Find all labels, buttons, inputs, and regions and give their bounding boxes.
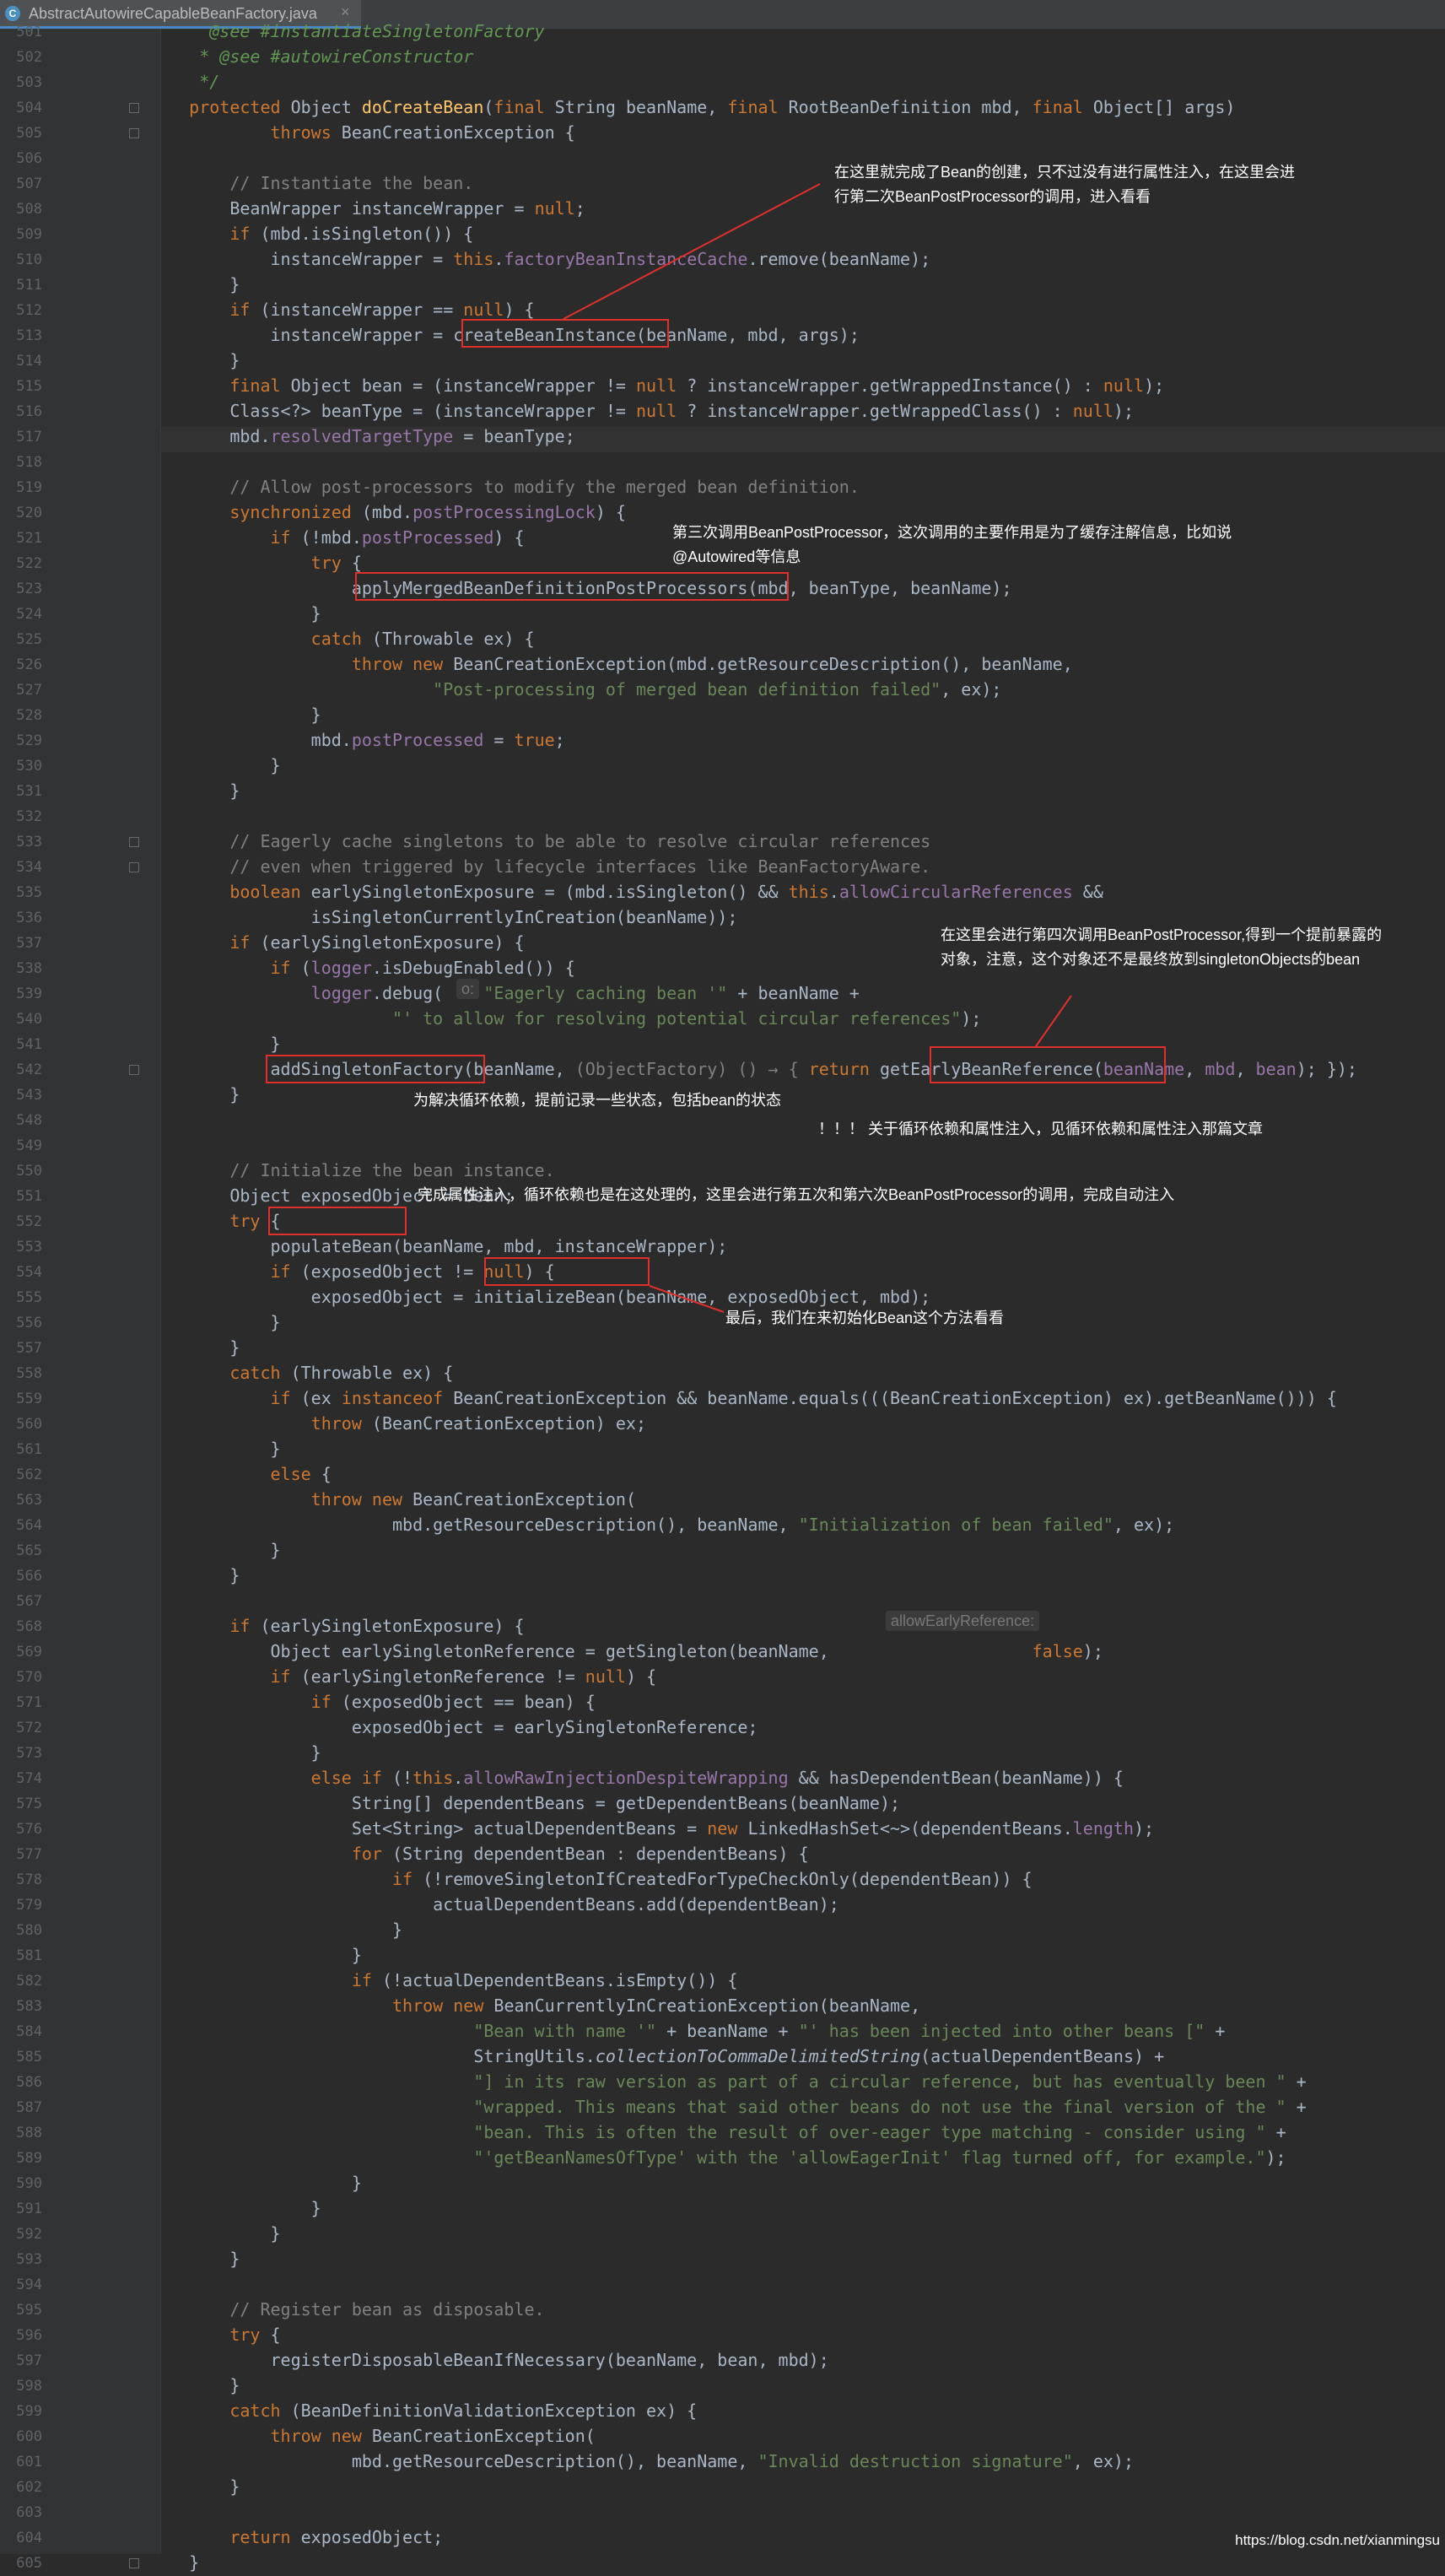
annotation-create-bean-instance: 在这里就完成了Bean的创建，只不过没有进行属性注入，在这里会进 行第二次Bea… [834,160,1295,209]
annotation-apply-merged: 第三次调用BeanPostProcessor，这次调用的主要作用是为了缓存注解信… [672,521,1232,570]
line-number: 605 [16,2555,42,2572]
annotation-early-reference: 在这里会进行第四次调用BeanPostProcessor,得到一个提前暴露的 对… [941,923,1382,972]
annotation-line: 在这里就完成了Bean的创建，只不过没有进行属性注入，在这里会进 [834,164,1296,181]
annotation-line: 行第二次BeanPostProcessor的调用，进入看看 [834,188,1151,205]
watermark: https://blog.csdn.net/xianmingsu [1235,2532,1440,2548]
fold-marker-icon[interactable] [129,1065,139,1075]
annotation-line: 第三次调用BeanPostProcessor，这次调用的主要作用是为了缓存注解信… [672,524,1232,541]
fold-marker-icon[interactable] [129,103,139,113]
annotation-populate-bean: 完成属性注入，循环依赖也是在这处理的，这里会进行第五次和第六次BeanPostP… [418,1186,1175,1203]
fold-marker-icon[interactable] [129,2558,139,2568]
connector-initialize-bean [649,1285,725,1313]
fold-marker-icon[interactable] [129,128,139,138]
annotation-initialize-bean: 最后，我们在来初始化Bean这个方法看看 [725,1310,1005,1326]
connector-create-bean-instance [563,183,821,320]
fold-marker-icon[interactable] [129,862,139,872]
annotation-see-article: ！！！ 关于循环依赖和属性注入，见循环依赖和属性注入那篇文章 [818,1121,1263,1137]
param-hint-debug: o: [456,979,480,999]
annotation-line: @Autowired等信息 [672,548,801,565]
code-token: } [148,2552,200,2573]
fold-marker-icon[interactable] [129,837,139,847]
param-hint-allow-early-reference: allowEarlyReference: [886,1611,1040,1631]
annotation-connectors [563,183,1072,1313]
annotation-line: 对象，注意，这个对象还不是最终放到singletonObjects的bean [941,951,1361,968]
annotation-line: 在这里会进行第四次调用BeanPostProcessor,得到一个提前暴露的 [941,926,1383,943]
annotation-circular-dependency: 为解决循环依赖，提前记录一些状态，包括bean的状态 [413,1092,782,1109]
connector-get-early-bean-reference [1035,995,1072,1047]
